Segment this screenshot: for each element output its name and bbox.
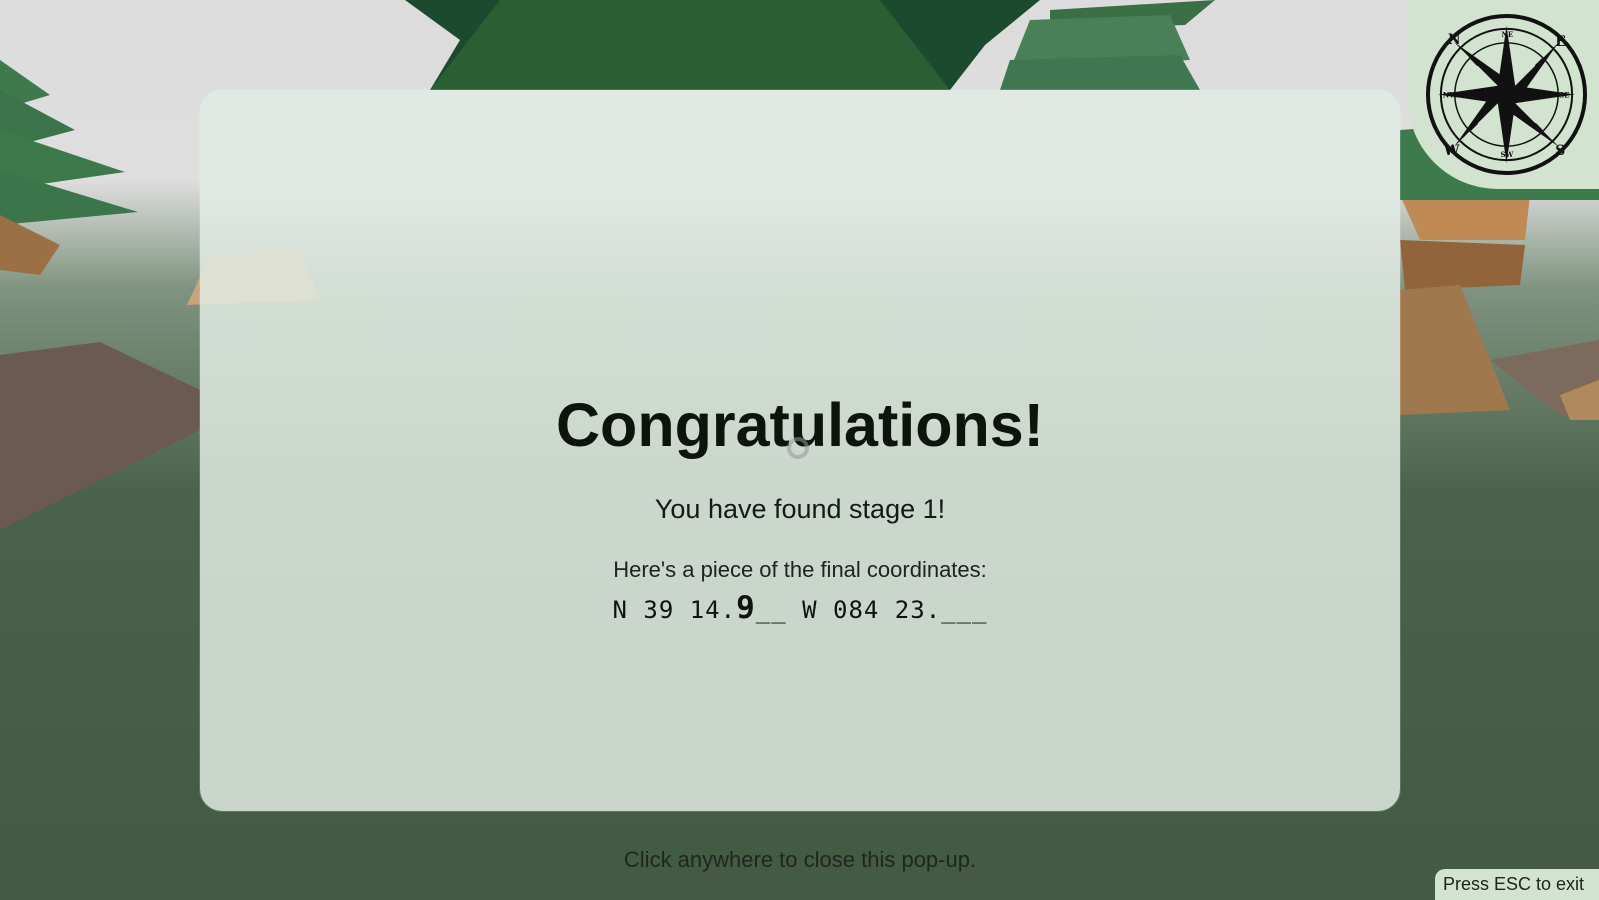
compass-letter-nw: NW [1443, 90, 1457, 99]
compass-letter-ne: NE [1502, 30, 1514, 39]
compass-letter-s: S [1555, 143, 1565, 159]
compass-rose-icon: N E S W NE SE SW NW [1425, 13, 1588, 176]
coords-revealed-digit: 9 [736, 590, 756, 626]
loading-spinner-icon [787, 437, 809, 459]
coords-part-1: N 39 14. [612, 596, 737, 624]
coordinates-intro-text: Here's a piece of the final coordinates: [613, 557, 987, 582]
partial-coordinates: N 39 14.9__ W 084 23.___ [200, 590, 1400, 626]
esc-exit-hint: Press ESC to exit [1435, 869, 1599, 900]
compass-letter-e: E [1555, 34, 1566, 50]
coords-part-2: __ W 084 23.___ [755, 596, 988, 624]
close-popup-hint: Click anywhere to close this pop-up. [623, 847, 977, 872]
compass-letter-w: W [1443, 143, 1460, 159]
compass-letter-n: N [1448, 32, 1461, 48]
compass-letter-sw: SW [1501, 150, 1514, 159]
stage-found-text: You have found stage 1! [654, 494, 946, 524]
compass-letter-se: SE [1559, 90, 1569, 99]
